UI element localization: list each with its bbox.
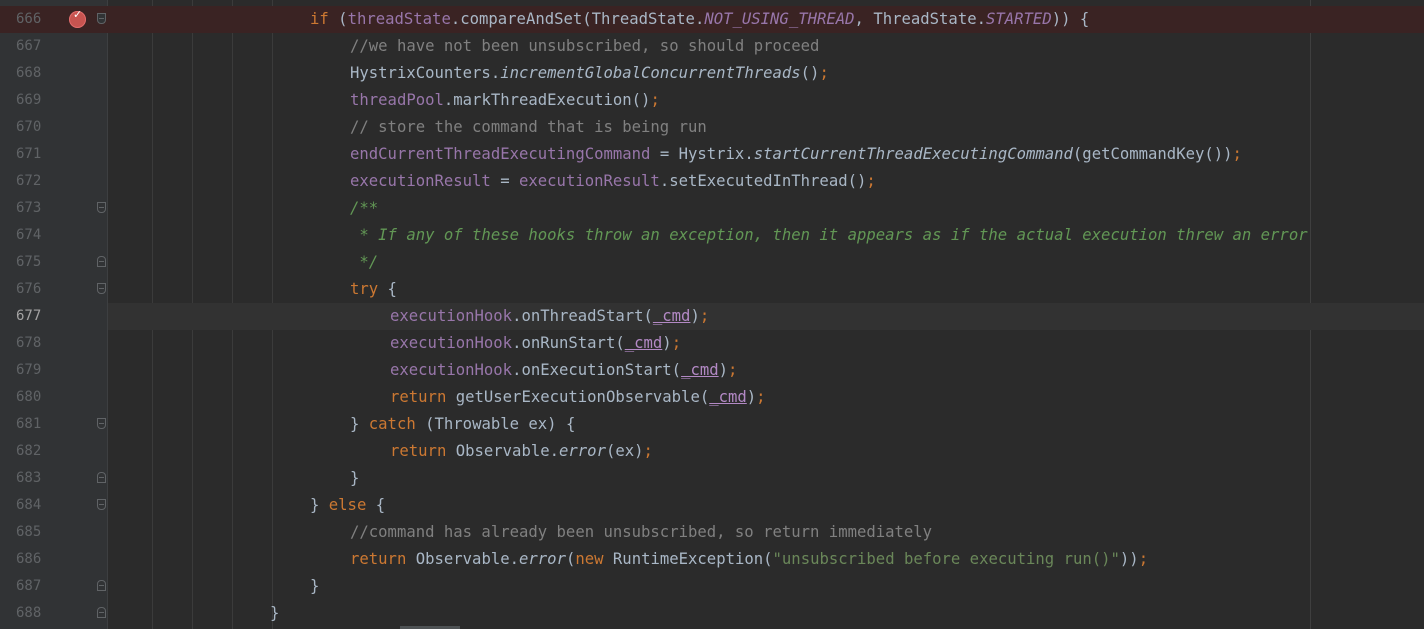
code-text[interactable]: * If any of these hooks throw an excepti… (350, 222, 1307, 249)
code-text[interactable]: executionHook.onThreadStart(_cmd); (390, 303, 709, 330)
code-line-674[interactable]: 674 * If any of these hooks throw an exc… (0, 222, 1424, 249)
code-text[interactable]: try { (350, 276, 397, 303)
line-number[interactable]: 675 (16, 249, 50, 276)
code-line-669[interactable]: 669 threadPool.markThreadExecution(); (0, 87, 1424, 114)
code-line-679[interactable]: 679 executionHook.onExecutionStart(_cmd)… (0, 357, 1424, 384)
code-text[interactable]: //command has already been unsubscribed,… (350, 519, 932, 546)
code-line-677[interactable]: 677 executionHook.onThreadStart(_cmd); (0, 303, 1424, 330)
line-number[interactable]: 684 (16, 492, 50, 519)
code-line-685[interactable]: 685 //command has already been unsubscri… (0, 519, 1424, 546)
fold-marker-icon[interactable] (97, 472, 106, 483)
line-number[interactable]: 685 (16, 519, 50, 546)
code-text[interactable]: } else { (310, 492, 385, 519)
code-text[interactable]: endCurrentThreadExecutingCommand = Hystr… (350, 141, 1242, 168)
fold-marker-icon[interactable] (97, 256, 106, 267)
line-number[interactable]: 679 (16, 357, 50, 384)
line-number[interactable]: 672 (16, 168, 50, 195)
line-number[interactable]: 669 (16, 87, 50, 114)
code-text[interactable]: return Observable.error(ex); (390, 438, 653, 465)
line-number[interactable]: 682 (16, 438, 50, 465)
code-text[interactable]: if (threadState.compareAndSet(ThreadStat… (310, 6, 1089, 33)
line-number[interactable]: 671 (16, 141, 50, 168)
code-line-671[interactable]: 671 endCurrentThreadExecutingCommand = H… (0, 141, 1424, 168)
code-text[interactable]: executionResult = executionResult.setExe… (350, 168, 876, 195)
code-line-667[interactable]: 667 //we have not been unsubscribed, so … (0, 33, 1424, 60)
code-text[interactable]: //we have not been unsubscribed, so shou… (350, 33, 819, 60)
code-text[interactable]: HystrixCounters.incrementGlobalConcurren… (350, 60, 829, 87)
code-line-668[interactable]: 668 HystrixCounters.incrementGlobalConcu… (0, 60, 1424, 87)
code-line-676[interactable]: 676 try { (0, 276, 1424, 303)
code-text[interactable]: } (310, 573, 319, 600)
line-number[interactable]: 683 (16, 465, 50, 492)
fold-marker-icon[interactable] (97, 283, 106, 294)
line-number[interactable]: 677 (16, 303, 50, 330)
line-number[interactable]: 681 (16, 411, 50, 438)
fold-marker-icon[interactable] (97, 499, 106, 510)
fold-marker-icon[interactable] (97, 418, 106, 429)
fold-marker-icon[interactable] (97, 13, 106, 24)
line-number[interactable]: 688 (16, 600, 50, 627)
line-number[interactable]: 674 (16, 222, 50, 249)
code-text[interactable]: } (350, 465, 359, 492)
code-line-678[interactable]: 678 executionHook.onRunStart(_cmd); (0, 330, 1424, 357)
line-number[interactable]: 678 (16, 330, 50, 357)
code-line-686[interactable]: 686 return Observable.error(new RuntimeE… (0, 546, 1424, 573)
code-line-672[interactable]: 672 executionResult = executionResult.se… (0, 168, 1424, 195)
line-number[interactable]: 670 (16, 114, 50, 141)
code-text[interactable]: return getUserExecutionObservable(_cmd); (390, 384, 766, 411)
code-text[interactable]: executionHook.onExecutionStart(_cmd); (390, 357, 737, 384)
code-text[interactable]: } catch (Throwable ex) { (350, 411, 575, 438)
line-number[interactable]: 686 (16, 546, 50, 573)
code-line-673[interactable]: 673 /** (0, 195, 1424, 222)
line-number[interactable]: 673 (16, 195, 50, 222)
code-text[interactable]: /** (350, 195, 378, 222)
code-line-682[interactable]: 682 return Observable.error(ex); (0, 438, 1424, 465)
code-text[interactable]: return Observable.error(new RuntimeExcep… (350, 546, 1148, 573)
code-line-675[interactable]: 675 */ (0, 249, 1424, 276)
fold-marker-icon[interactable] (97, 607, 106, 618)
line-number[interactable]: 687 (16, 573, 50, 600)
line-number[interactable]: 666 (16, 6, 50, 33)
code-line-687[interactable]: 687 } (0, 573, 1424, 600)
line-number[interactable]: 676 (16, 276, 50, 303)
code-text[interactable]: */ (350, 249, 378, 276)
fold-marker-icon[interactable] (97, 580, 106, 591)
code-text[interactable]: } (270, 600, 279, 627)
line-number[interactable]: 667 (16, 33, 50, 60)
code-line-683[interactable]: 683 } (0, 465, 1424, 492)
fold-marker-icon[interactable] (97, 202, 106, 213)
code-line-688[interactable]: 688 } (0, 600, 1424, 627)
line-number[interactable]: 680 (16, 384, 50, 411)
code-text[interactable]: // store the command that is being run (350, 114, 707, 141)
code-editor[interactable]: 666 if (threadState.compareAndSet(Thread… (0, 0, 1424, 629)
breakpoint-icon[interactable] (69, 8, 86, 28)
code-text[interactable]: executionHook.onRunStart(_cmd); (390, 330, 681, 357)
code-line-666[interactable]: 666 if (threadState.compareAndSet(Thread… (0, 6, 1424, 33)
line-number[interactable]: 668 (16, 60, 50, 87)
code-line-681[interactable]: 681 } catch (Throwable ex) { (0, 411, 1424, 438)
code-line-684[interactable]: 684 } else { (0, 492, 1424, 519)
code-line-680[interactable]: 680 return getUserExecutionObservable(_c… (0, 384, 1424, 411)
code-line-670[interactable]: 670 // store the command that is being r… (0, 114, 1424, 141)
code-text[interactable]: threadPool.markThreadExecution(); (350, 87, 660, 114)
